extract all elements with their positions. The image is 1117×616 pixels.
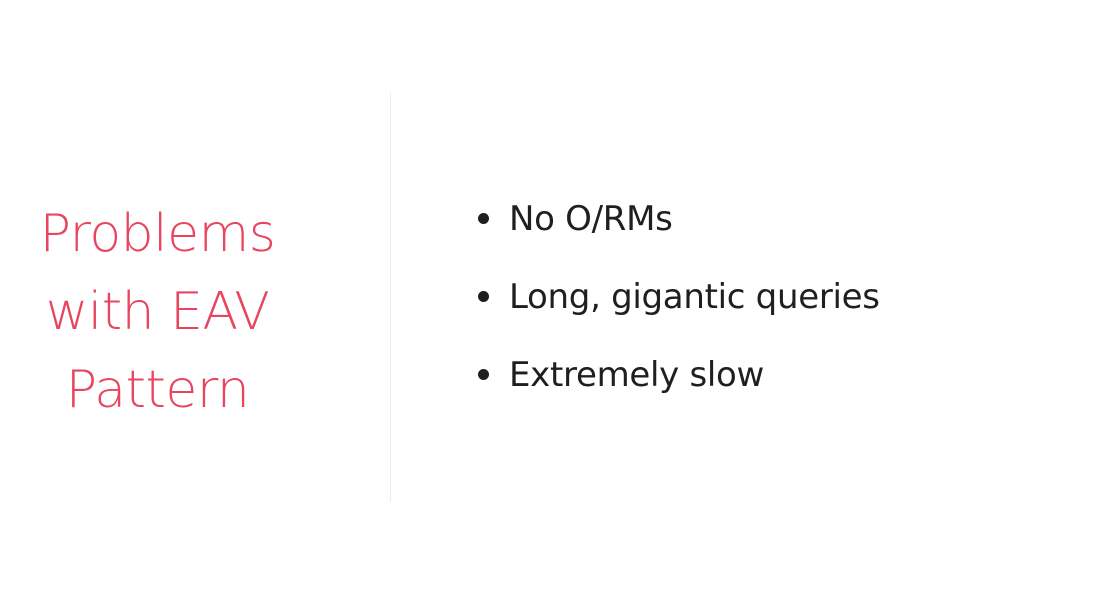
bullet-dot-icon	[478, 369, 489, 380]
bullet-text: Extremely slow	[509, 355, 765, 395]
bullet-dot-icon	[478, 213, 489, 224]
title-line-3: Pattern	[65, 360, 250, 420]
slide: Problems with EAV Pattern No O/RMs Long,…	[0, 0, 1117, 616]
vertical-divider	[390, 92, 391, 502]
slide-title: Problems with EAV Pattern	[20, 195, 295, 429]
bullet-text: Long, gigantic queries	[509, 277, 880, 317]
bullet-text: No O/RMs	[509, 199, 673, 239]
bullet-dot-icon	[478, 291, 489, 302]
title-line-2: with EAV	[45, 282, 270, 342]
title-line-1: Problems	[39, 204, 276, 264]
